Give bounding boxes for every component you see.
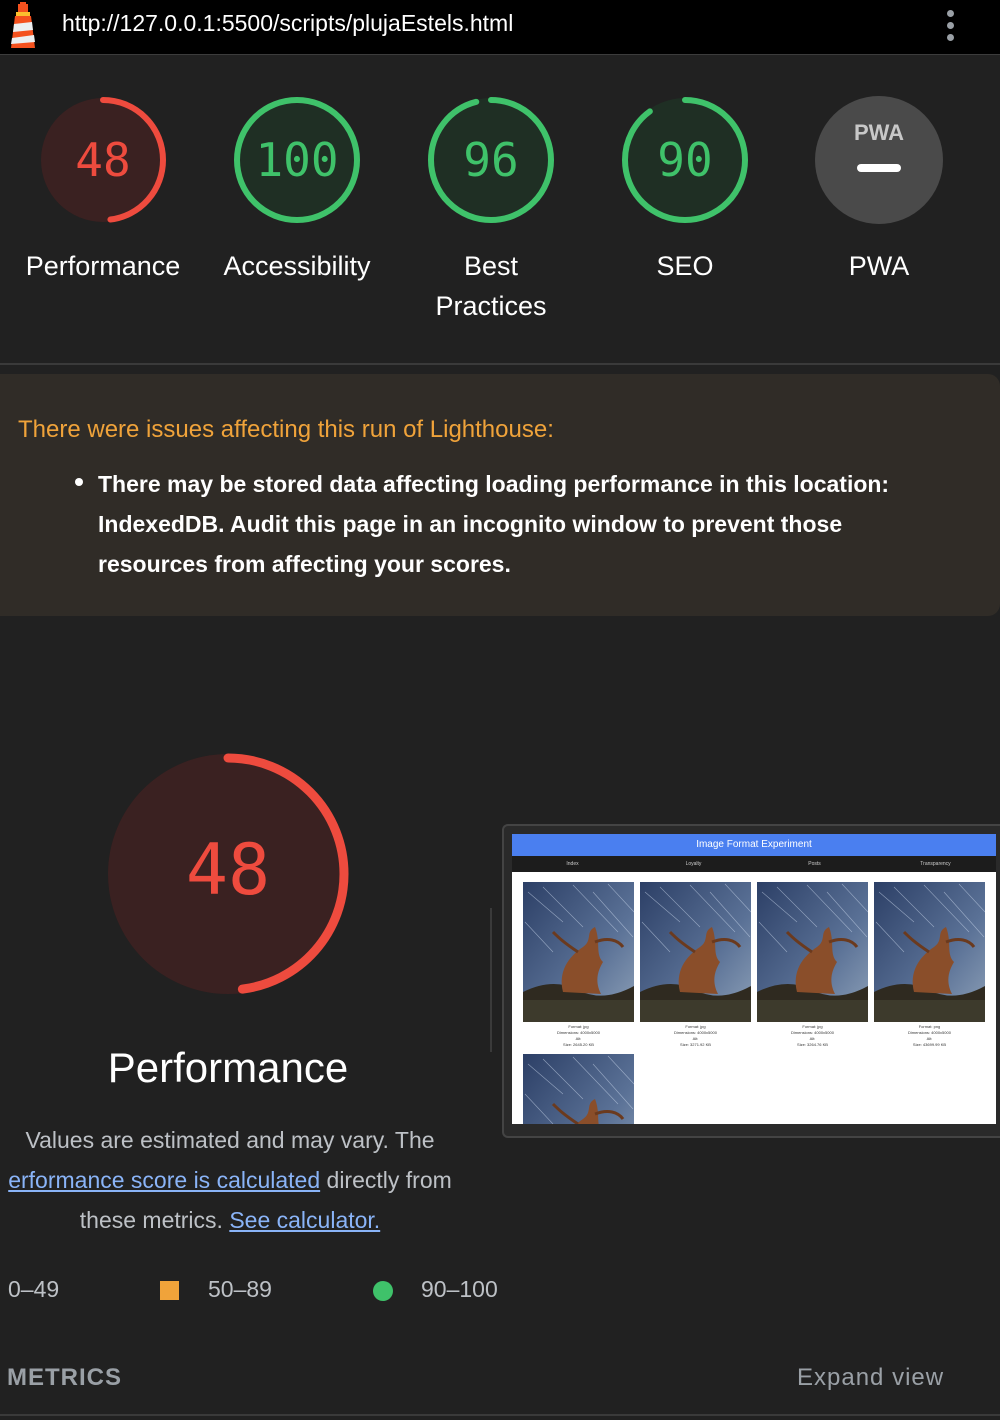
screenshot-nav-item: Posts bbox=[808, 861, 821, 867]
legend-average-square-icon bbox=[160, 1281, 179, 1300]
screenshot-caption: Format: jpg Dimensions: 4000x5000 Alt: Size… bbox=[757, 1024, 868, 1048]
report-url: http://127.0.0.1:5500/scripts/plujaEstel… bbox=[62, 10, 514, 36]
gauge-best-practices[interactable]: 96 bbox=[426, 95, 556, 225]
gauge-label: Performance bbox=[25, 251, 181, 281]
gauge-seo[interactable]: 90 bbox=[620, 95, 750, 225]
screenshot-caption: Format: png Dimensions: 4000x5000 Alt: Size… bbox=[874, 1024, 985, 1048]
divider bbox=[490, 908, 492, 1052]
caption-line: Size: 2645.20 KB bbox=[563, 1042, 594, 1047]
screenshot-image bbox=[757, 882, 868, 1022]
screenshot-nav: Index Loyalty Posts Transparency bbox=[512, 856, 996, 872]
expand-view-button[interactable]: Expand view bbox=[797, 1364, 944, 1392]
screenshot-image bbox=[523, 882, 634, 1022]
caption-line: Size: 43699.99 KB bbox=[912, 1042, 947, 1047]
legend-fail-label: 0–49 bbox=[8, 1276, 60, 1302]
desc-text: these metrics. bbox=[79, 1207, 223, 1233]
gauge-pwa[interactable]: PWA bbox=[814, 95, 944, 225]
warning-item: There may be stored data affecting loadi… bbox=[98, 471, 890, 577]
gauge-label: Best Practices bbox=[435, 251, 547, 321]
gauge-label: Accessibility bbox=[223, 251, 371, 281]
legend-average-label: 50–89 bbox=[208, 1276, 272, 1302]
screenshot-image bbox=[874, 882, 985, 1022]
screenshot-caption: Format: jpg Dimensions: 4000x5000 Alt: Size… bbox=[640, 1024, 751, 1048]
screenshot-image bbox=[523, 1054, 634, 1124]
screenshot-nav-item: Index bbox=[566, 861, 579, 867]
gauge-score: 90 bbox=[657, 133, 713, 187]
screenshot-header: Image Format Experiment bbox=[512, 834, 996, 856]
gauge-score: 96 bbox=[463, 133, 519, 187]
gauge-score: 100 bbox=[255, 133, 339, 187]
desc-text: Values are estimated and may vary. The bbox=[25, 1127, 435, 1153]
gauge-label: PWA bbox=[848, 251, 910, 281]
metrics-heading: METRICS bbox=[7, 1364, 122, 1391]
gauge-score: 48 bbox=[75, 133, 131, 187]
caption-line: Size: 3271.92 KB bbox=[680, 1042, 711, 1047]
screenshot-image bbox=[640, 882, 751, 1022]
screenshot-caption: Format: jpg Dimensions: 4000x5000 Alt: Size… bbox=[523, 1024, 634, 1048]
legend-pass-circle-icon bbox=[373, 1281, 393, 1301]
warning-title: There were issues affecting this run of … bbox=[18, 416, 554, 443]
gauge-label: SEO bbox=[656, 251, 714, 281]
screenshot-nav-item: Loyalty bbox=[685, 861, 702, 867]
divider bbox=[0, 1414, 1000, 1416]
bullet-icon bbox=[75, 478, 83, 486]
lighthouse-logo-icon bbox=[11, 2, 35, 48]
more-options-icon[interactable] bbox=[940, 6, 960, 46]
gauge-score bbox=[814, 95, 944, 225]
gauge-performance[interactable]: 48 bbox=[38, 95, 168, 225]
see-calculator-link[interactable]: See calculator. bbox=[229, 1207, 380, 1233]
performance-description: Values are estimated and may vary. The e… bbox=[0, 1120, 480, 1240]
report-top-bar: http://127.0.0.1:5500/scripts/plujaEstel… bbox=[0, 0, 1000, 55]
page-screenshot[interactable]: Image Format Experiment Index Loyalty Po… bbox=[512, 834, 996, 1124]
screenshot-nav-item: Transparency bbox=[920, 861, 951, 867]
performance-large-score: 48 bbox=[185, 829, 271, 911]
legend-pass-label: 90–100 bbox=[421, 1276, 498, 1302]
run-warnings: There were issues affecting this run of … bbox=[0, 374, 1000, 616]
gauge-accessibility[interactable]: 100 bbox=[232, 95, 362, 225]
performance-title: Performance bbox=[107, 1044, 349, 1091]
caption-line: Size: 3264.76 KB bbox=[797, 1042, 828, 1047]
score-calculated-link[interactable]: erformance score is calculated bbox=[8, 1167, 320, 1193]
divider bbox=[0, 363, 1000, 365]
desc-text: directly from bbox=[326, 1167, 452, 1193]
